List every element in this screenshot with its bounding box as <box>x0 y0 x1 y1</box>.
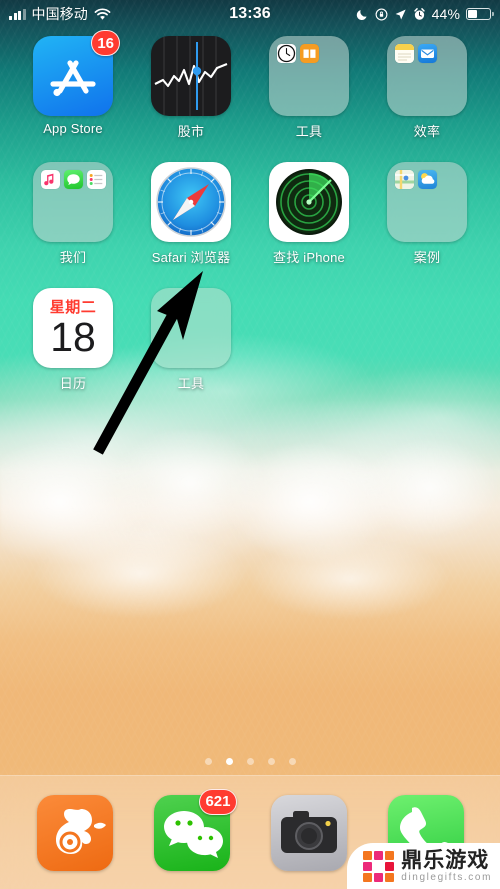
page-dots[interactable] <box>0 758 500 765</box>
battery-icon <box>466 8 494 20</box>
app-label: 日历 <box>59 376 87 391</box>
uc-browser-squirrel-icon[interactable] <box>36 794 113 871</box>
app-grid: 16 App Store 股市 工具 效率 我们 Safari 浏览器 查找 i… <box>0 30 500 392</box>
wave-foam <box>0 430 500 670</box>
dock-item-uc-browser[interactable] <box>36 794 113 871</box>
folder-icon-tools-1[interactable]: 工具 <box>250 36 368 140</box>
reminders-icon <box>87 170 106 189</box>
folder-icon[interactable] <box>269 36 349 116</box>
mail-icon <box>418 44 437 63</box>
maps-icon <box>395 170 414 189</box>
notes-icon <box>395 44 414 63</box>
page-dot[interactable] <box>246 758 254 765</box>
app-store-tile-wrap: 16 <box>33 30 120 116</box>
calendar-day: 18 <box>50 314 96 361</box>
watermark-url: dinglegifts.com <box>401 871 492 883</box>
watermark-text: 鼎乐游戏 dinglegifts.com <box>401 850 492 883</box>
app-label: 股市 <box>177 124 205 139</box>
folder-icon[interactable] <box>387 162 467 242</box>
safari-compass-icon[interactable] <box>151 162 231 242</box>
pixel-grid-logo-icon <box>363 851 395 883</box>
folder-icon-cases[interactable]: 案例 <box>368 162 486 266</box>
watermark: 鼎乐游戏 dinglegifts.com <box>347 843 500 889</box>
page-dot[interactable] <box>267 758 275 765</box>
app-icon-calendar[interactable]: 星期二 18 日历 <box>14 288 132 392</box>
ios-home-screen: 中国移动 13:36 44% 16 App Store 股市 工具 效率 我们 … <box>0 0 500 889</box>
battery-percent-label: 44% <box>431 6 460 22</box>
find-my-iphone-radar-icon[interactable] <box>269 162 349 242</box>
translate-icon <box>300 44 319 63</box>
app-label: Safari 浏览器 <box>151 250 231 265</box>
page-dot[interactable] <box>288 758 296 765</box>
wechat-badge: 621 <box>199 788 237 815</box>
folder-label: 案例 <box>413 250 441 265</box>
stocks-icon[interactable] <box>151 36 231 116</box>
folder-label: 效率 <box>413 124 441 139</box>
app-label: App Store <box>43 121 103 136</box>
wifi-icon <box>94 7 111 20</box>
location-arrow-icon <box>395 8 406 20</box>
dock-item-camera[interactable] <box>270 794 347 871</box>
carrier-label: 中国移动 <box>31 6 88 22</box>
status-bar: 中国移动 13:36 44% <box>0 0 500 28</box>
app-icon-find-my-iphone[interactable]: 查找 iPhone <box>250 162 368 266</box>
folder-icon-women[interactable]: 我们 <box>14 162 132 266</box>
clock-icon <box>277 44 296 63</box>
folder-icon[interactable] <box>33 162 113 242</box>
alarm-clock-icon <box>413 7 425 20</box>
folder-icon[interactable] <box>387 36 467 116</box>
app-store-badge: 16 <box>91 30 120 56</box>
watermark-title: 鼎乐游戏 <box>401 849 490 873</box>
rotation-lock-icon <box>375 8 388 20</box>
folder-icon-efficiency[interactable]: 效率 <box>368 36 486 140</box>
camera-icon[interactable] <box>270 794 347 871</box>
app-icon-safari[interactable]: Safari 浏览器 <box>132 162 250 266</box>
music-icon <box>41 170 60 189</box>
folder-icon[interactable] <box>151 288 231 368</box>
status-bar-left: 中国移动 <box>9 4 111 24</box>
app-icon-stocks[interactable]: 股市 <box>132 36 250 140</box>
calendar-weekday: 星期二 <box>49 299 97 317</box>
page-dot[interactable] <box>204 758 212 765</box>
messages-icon <box>64 170 83 189</box>
folder-label: 工具 <box>295 124 323 139</box>
folder-label: 工具 <box>177 376 205 391</box>
moon-do-not-disturb-icon <box>356 9 367 20</box>
app-icon-app-store[interactable]: 16 App Store <box>14 30 132 140</box>
status-bar-right: 44% <box>356 6 494 22</box>
page-dot-active[interactable] <box>225 758 233 765</box>
dock-item-wechat[interactable]: 621 <box>153 788 237 871</box>
app-label: 查找 iPhone <box>273 250 345 265</box>
calendar-icon[interactable]: 星期二 18 <box>33 288 113 368</box>
signal-bars-icon <box>9 8 26 20</box>
weather-icon <box>418 170 437 189</box>
folder-icon-tools-2[interactable]: 工具 <box>132 288 250 392</box>
folder-label: 我们 <box>59 250 87 265</box>
